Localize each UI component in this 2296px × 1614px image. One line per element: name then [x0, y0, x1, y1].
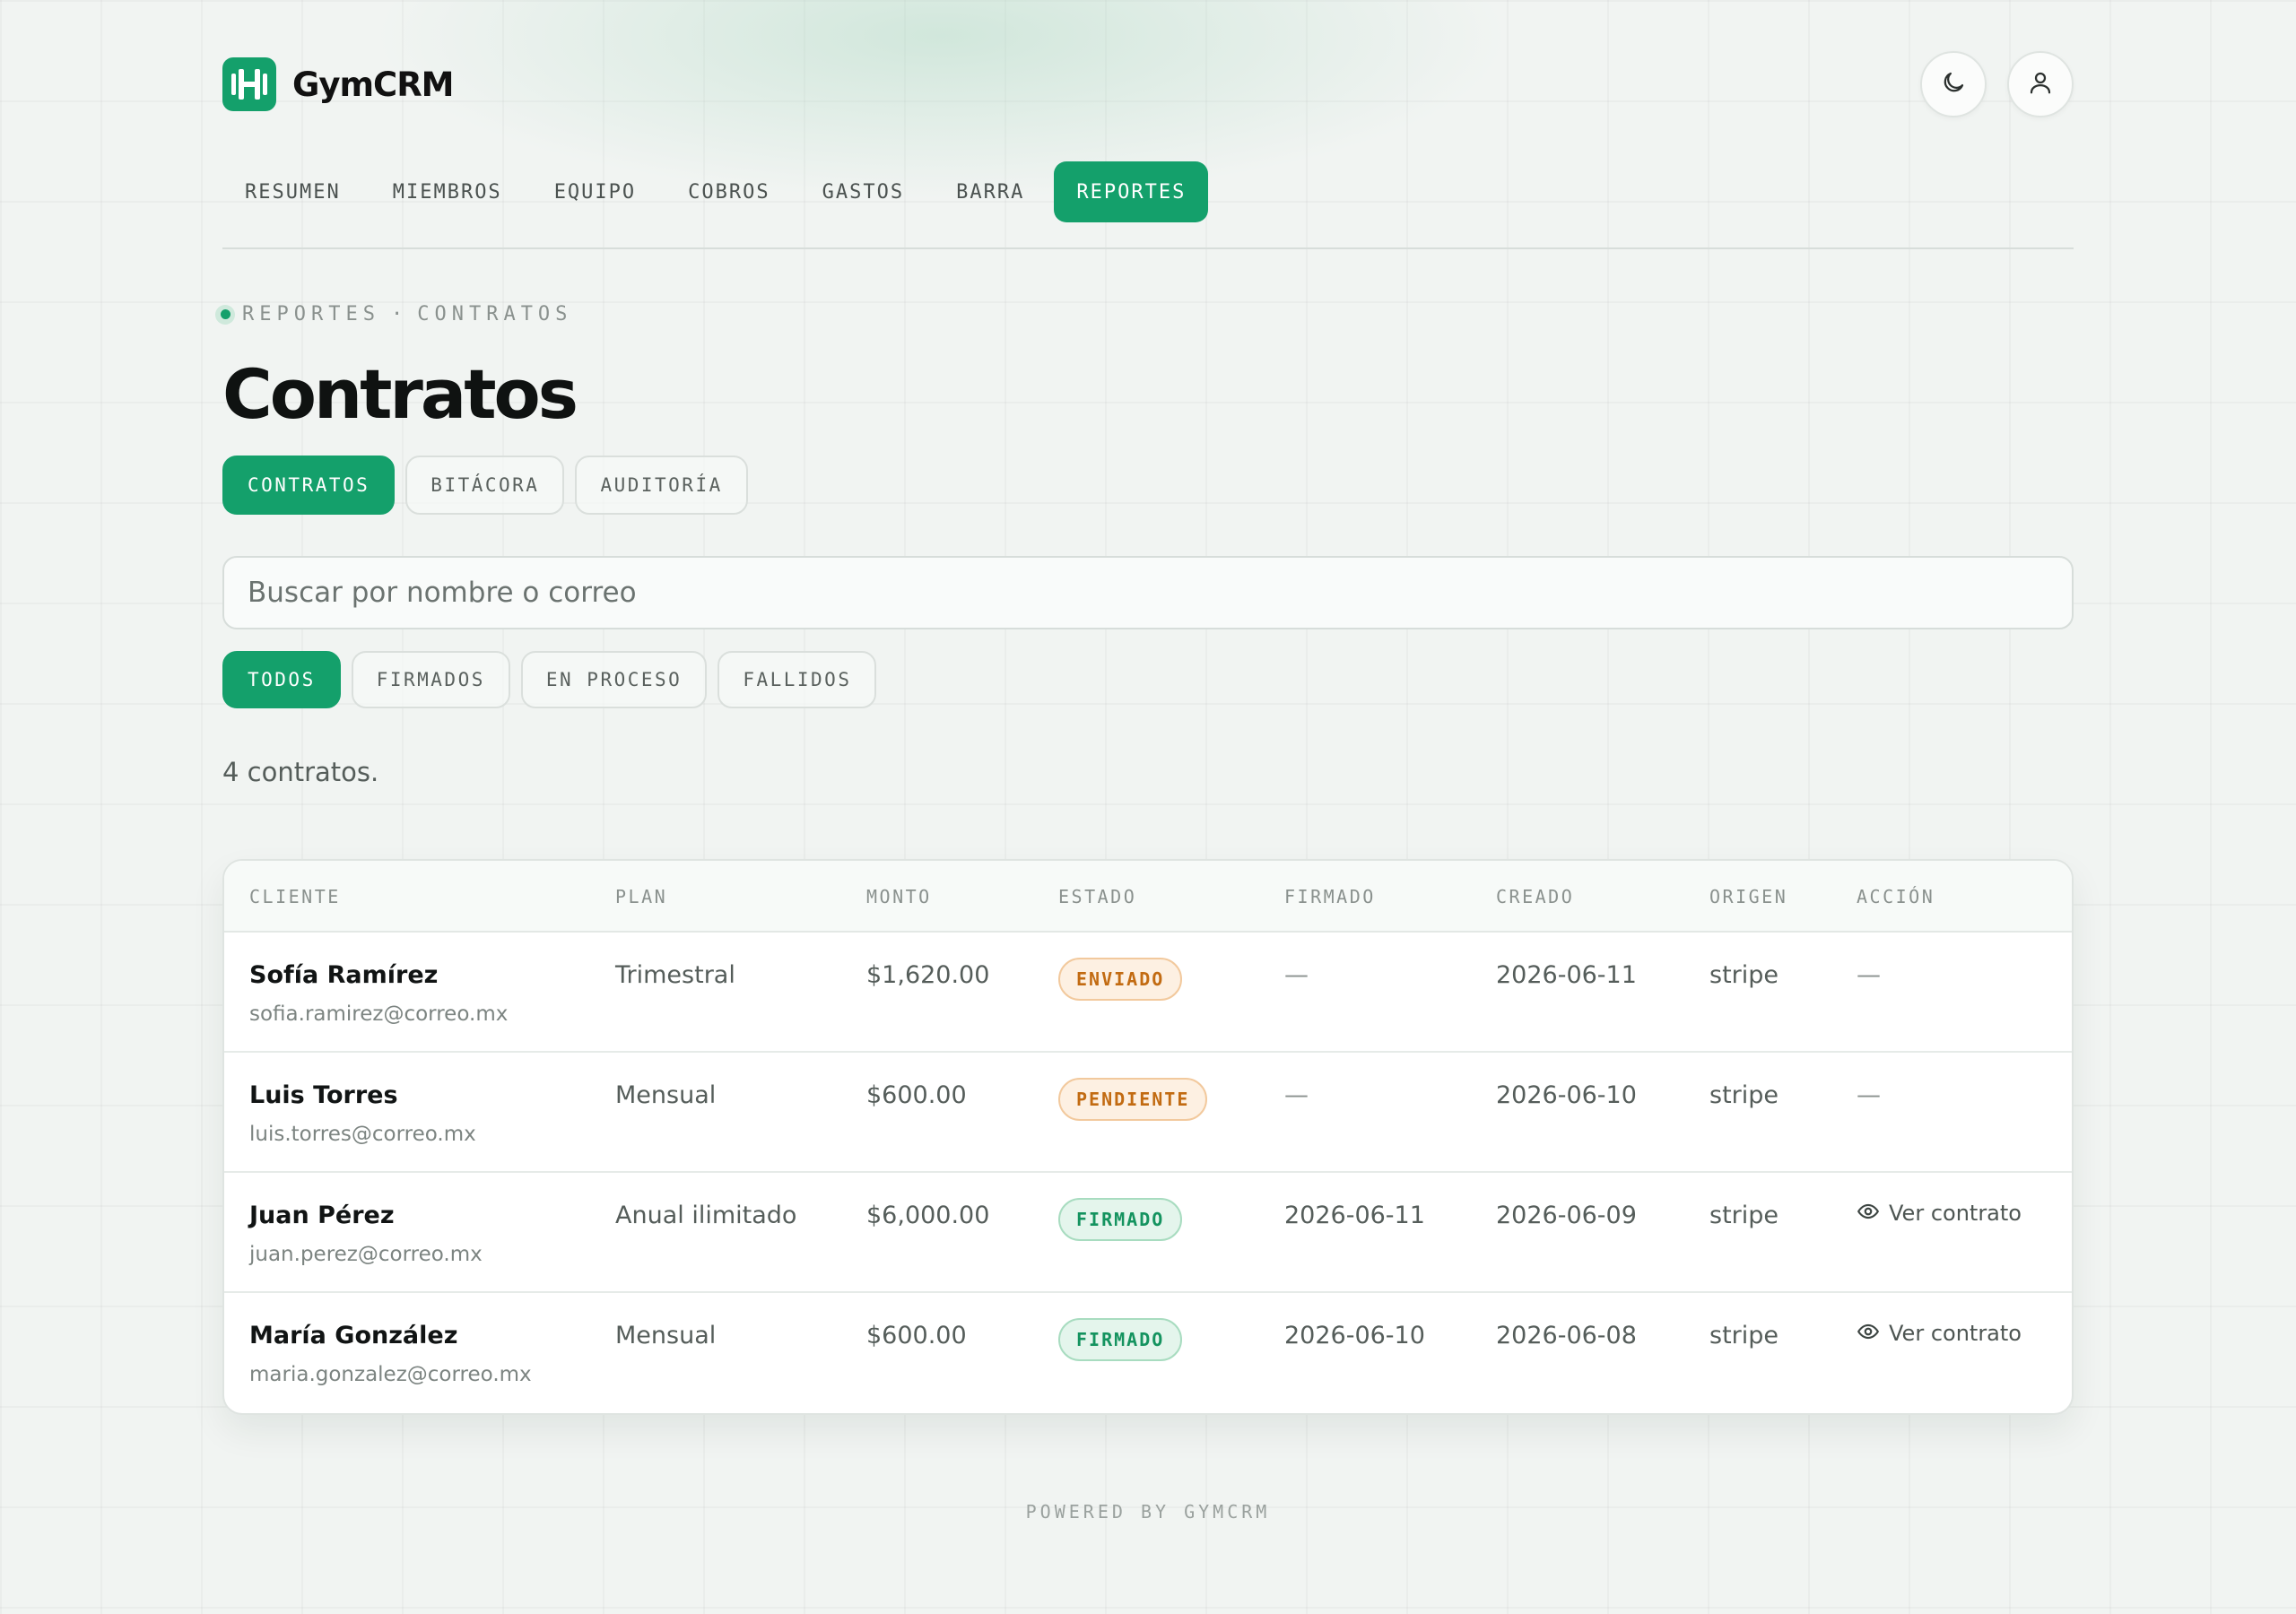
origin-cell: stripe: [1709, 1322, 1779, 1349]
amount-cell: $600.00: [866, 1322, 967, 1349]
table-row[interactable]: María González maria.gonzalez@correo.mx …: [224, 1293, 2072, 1413]
header-plan[interactable]: PLAN: [615, 886, 667, 907]
filter-todos[interactable]: TODOS: [222, 651, 341, 708]
barbell-logo-icon: [222, 57, 276, 111]
created-cell: 2026-06-08: [1496, 1322, 1637, 1349]
signed-cell: —: [1284, 961, 1309, 989]
signed-cell: 2026-06-11: [1284, 1202, 1425, 1229]
view-contract-link[interactable]: Ver contrato: [1857, 1320, 2022, 1347]
action-cell: —: [1857, 961, 1881, 989]
header-estado[interactable]: ESTADO: [1058, 886, 1136, 907]
table-header: CLIENTE PLAN MONTO ESTADO FIRMADO CREADO…: [224, 861, 2072, 933]
eye-icon: [1857, 1320, 1880, 1347]
plan-cell: Trimestral: [615, 961, 735, 989]
breadcrumb-page: CONTRATOS: [417, 303, 573, 325]
view-contract-label: Ver contrato: [1889, 1321, 2022, 1346]
tab-auditoria[interactable]: AUDITORÍA: [575, 456, 748, 515]
breadcrumb-separator: ·: [390, 303, 409, 325]
table-row[interactable]: Sofía Ramírez sofia.ramirez@correo.mx Tr…: [224, 933, 2072, 1053]
amount-cell: $6,000.00: [866, 1202, 990, 1229]
created-cell: 2026-06-10: [1496, 1081, 1637, 1109]
nav-divider: [222, 247, 2074, 249]
filter-en-proceso[interactable]: EN PROCESO: [520, 651, 708, 708]
view-contract-link[interactable]: Ver contrato: [1857, 1200, 2022, 1227]
status-dot-icon: [215, 304, 235, 325]
client-email: maria.gonzalez@correo.mx: [249, 1363, 532, 1386]
moon-icon: [1940, 69, 1967, 100]
header-creado[interactable]: CREADO: [1496, 886, 1574, 907]
nav-item-equipo[interactable]: EQUIPO: [532, 161, 658, 222]
header-firmado[interactable]: FIRMADO: [1284, 886, 1376, 907]
client-name: María González: [249, 1322, 458, 1349]
table-row[interactable]: Luis Torres luis.torres@correo.mx Mensua…: [224, 1053, 2072, 1173]
search-input[interactable]: Buscar por nombre o correo: [222, 556, 2074, 629]
client-name: Sofía Ramírez: [249, 961, 439, 989]
status-badge: ENVIADO: [1058, 958, 1183, 1001]
action-cell: —: [1857, 1081, 1881, 1109]
tab-contratos[interactable]: CONTRATOS: [222, 456, 396, 515]
contracts-table: CLIENTE PLAN MONTO ESTADO FIRMADO CREADO…: [222, 859, 2074, 1415]
app-name: GymCRM: [292, 65, 455, 104]
page-title: Contratos: [222, 354, 578, 434]
header-monto[interactable]: MONTO: [866, 886, 932, 907]
origin-cell: stripe: [1709, 1081, 1779, 1109]
filter-firmados[interactable]: FIRMADOS: [351, 651, 510, 708]
amount-cell: $600.00: [866, 1081, 967, 1109]
plan-cell: Mensual: [615, 1081, 717, 1109]
search-placeholder: Buscar por nombre o correo: [248, 577, 637, 609]
signed-cell: —: [1284, 1081, 1309, 1109]
header-cliente[interactable]: CLIENTE: [249, 886, 341, 907]
created-cell: 2026-06-11: [1496, 961, 1637, 989]
report-tabs: CONTRATOS BITÁCORA AUDITORÍA: [222, 456, 748, 515]
user-account-button[interactable]: [2007, 51, 2074, 117]
client-name: Luis Torres: [249, 1081, 398, 1109]
brand[interactable]: GymCRM: [222, 57, 455, 111]
nav-item-barra[interactable]: BARRA: [934, 161, 1047, 222]
tab-bitacora[interactable]: BITÁCORA: [405, 456, 565, 515]
result-count: 4 contratos.: [222, 757, 379, 787]
status-badge: PENDIENTE: [1058, 1078, 1208, 1121]
header-origen[interactable]: ORIGEN: [1709, 886, 1787, 907]
signed-cell: 2026-06-10: [1284, 1322, 1425, 1349]
eye-icon: [1857, 1200, 1880, 1227]
client-email: luis.torres@correo.mx: [249, 1123, 476, 1146]
nav-item-cobros[interactable]: COBROS: [665, 161, 792, 222]
app-container: GymCRM RESUMEN MIEMBROS EQUIPO COBROS GA…: [215, 0, 2074, 1614]
header-accion: ACCIÓN: [1857, 886, 1935, 907]
client-email: juan.perez@correo.mx: [249, 1243, 483, 1266]
client-name: Juan Pérez: [249, 1202, 395, 1229]
table-row[interactable]: Juan Pérez juan.perez@correo.mx Anual il…: [224, 1173, 2072, 1293]
filter-fallidos[interactable]: FALLIDOS: [718, 651, 877, 708]
nav-item-reportes[interactable]: REPORTES: [1054, 161, 1209, 222]
nav-item-miembros[interactable]: MIEMBROS: [370, 161, 525, 222]
breadcrumb-section: REPORTES: [242, 303, 380, 325]
status-badge: FIRMADO: [1058, 1198, 1183, 1241]
plan-cell: Mensual: [615, 1322, 717, 1349]
nav-item-resumen[interactable]: RESUMEN: [222, 161, 363, 222]
main-nav: RESUMEN MIEMBROS EQUIPO COBROS GASTOS BA…: [222, 161, 1209, 222]
nav-item-gastos[interactable]: GASTOS: [800, 161, 926, 222]
origin-cell: stripe: [1709, 1202, 1779, 1229]
status-filters: TODOS FIRMADOS EN PROCESO FALLIDOS: [222, 651, 877, 708]
status-badge: FIRMADO: [1058, 1318, 1183, 1361]
user-icon: [2027, 69, 2054, 100]
client-email: sofia.ramirez@correo.mx: [249, 1002, 509, 1026]
footer-credit: POWERED BY GYMCRM: [1025, 1501, 1271, 1523]
amount-cell: $1,620.00: [866, 961, 990, 989]
view-contract-label: Ver contrato: [1889, 1201, 2022, 1226]
origin-cell: stripe: [1709, 961, 1779, 989]
created-cell: 2026-06-09: [1496, 1202, 1637, 1229]
plan-cell: Anual ilimitado: [615, 1202, 797, 1229]
theme-toggle-button[interactable]: [1920, 51, 1987, 117]
breadcrumb: REPORTES · CONTRATOS: [215, 303, 572, 325]
